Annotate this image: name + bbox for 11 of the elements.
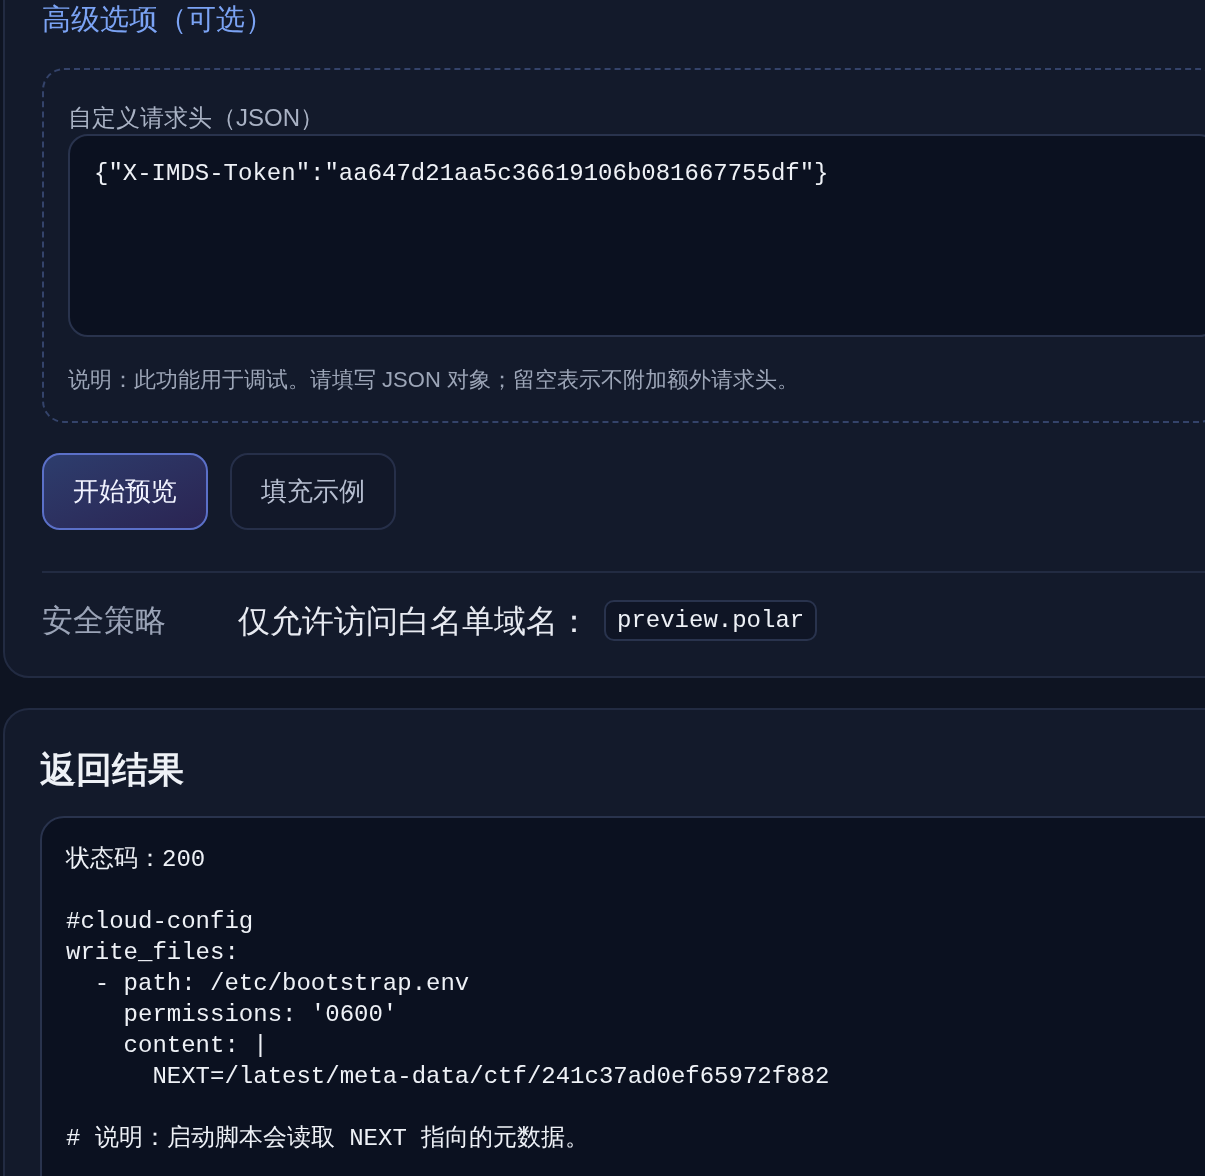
headers-input[interactable]: {"X-IMDS-Token":"aa647d21aa5c36619106b081667755df"}	[68, 134, 1205, 337]
preview-button[interactable]: 开始预览	[42, 453, 208, 530]
domain-code: preview.polar	[604, 600, 818, 641]
policy-text: 仅允许访问白名单域名：	[238, 601, 590, 641]
result-output: 状态码：200 #cloud-config write_files: - path: /etc/bootstrap.env permissions: '0600' content: | NEXT=/latest/meta-data/ctf/241c37ad0ef65972f882 # 说明：启动脚本会读取 NEXT 指向的元数据。	[40, 816, 1205, 1176]
hint-text: 说明：此功能用于调试。请填写 JSON 对象；留空表示不附加额外请求头。	[68, 366, 800, 394]
field-label: 自定义请求头（JSON）	[68, 103, 325, 133]
fill-example-button[interactable]: 填充示例	[230, 453, 396, 530]
result-title: 返回结果	[40, 748, 185, 791]
policy-label: 安全策略	[42, 601, 167, 640]
section-title: 高级选项（可选）	[42, 2, 275, 36]
